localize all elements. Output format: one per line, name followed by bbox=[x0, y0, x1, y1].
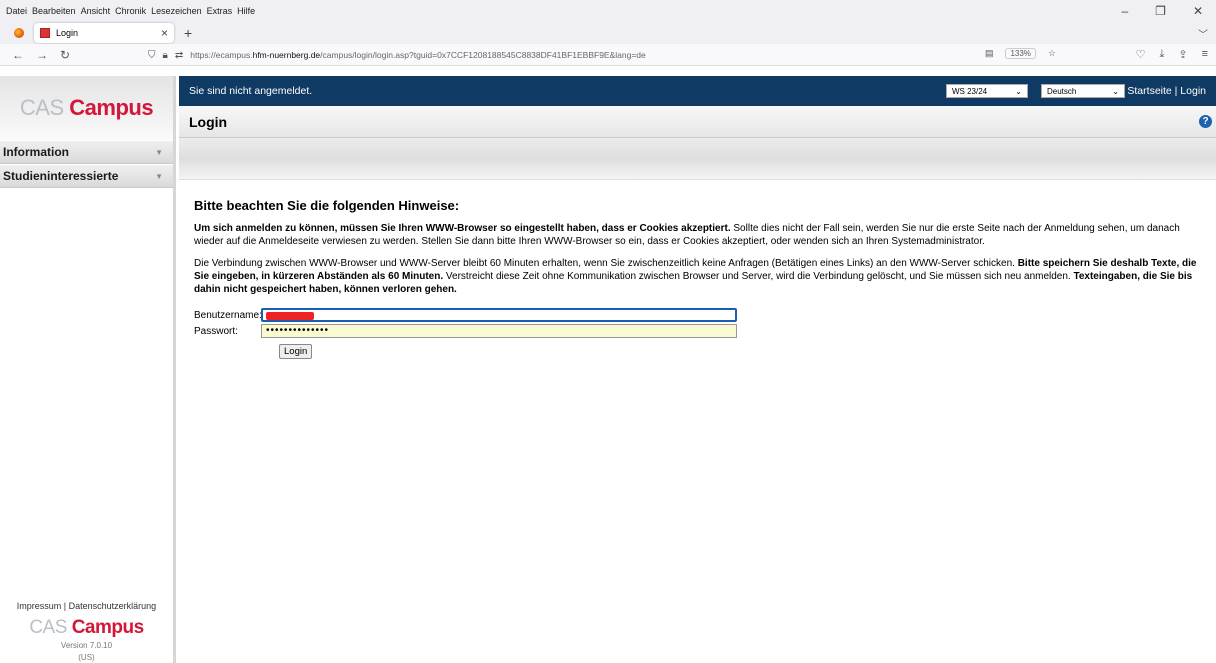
page: CAS Campus Information ▼ Studieninteress… bbox=[0, 76, 1216, 663]
notice-heading: Bitte beachten Sie die folgenden Hinweis… bbox=[194, 198, 460, 213]
permissions-icon[interactable]: ⇄ bbox=[175, 50, 183, 61]
password-input[interactable]: •••••••••••••• bbox=[261, 324, 737, 338]
username-input[interactable] bbox=[261, 308, 737, 322]
cas-campus-logo[interactable]: CAS Campus bbox=[0, 76, 173, 140]
firefox-icon[interactable] bbox=[14, 28, 24, 38]
sidebar-item-information[interactable]: Information ▼ bbox=[0, 140, 173, 164]
chevron-down-icon: ▼ bbox=[155, 147, 163, 157]
redacted-username bbox=[266, 312, 314, 320]
menu-lesezeichen[interactable]: Lesezeichen bbox=[151, 6, 202, 16]
shield-icon[interactable]: ⛉ bbox=[148, 50, 156, 61]
new-tab-icon[interactable]: + bbox=[184, 25, 192, 41]
login-status: Sie sind nicht angemeldet. bbox=[189, 85, 313, 97]
menu-hilfe[interactable]: Hilfe bbox=[237, 6, 255, 16]
zoom-level[interactable]: 133% bbox=[1005, 48, 1036, 59]
url-prefix: https://ecampus. bbox=[190, 50, 253, 60]
downloads-icon[interactable]: ⤓ bbox=[1159, 48, 1164, 61]
forward-icon[interactable]: → bbox=[36, 48, 48, 62]
cas-campus-logo-small: CAS Campus bbox=[29, 617, 144, 638]
browser-menubar: Datei Bearbeiten Ansicht Chronik Lesezei… bbox=[0, 0, 1216, 22]
back-icon[interactable]: ← bbox=[12, 48, 24, 62]
sidebar-item-label: Studieninteressierte bbox=[3, 169, 119, 183]
bookmark-star-icon[interactable]: ☆ bbox=[1048, 48, 1056, 59]
language-select[interactable]: Deutsch ⌄ bbox=[1041, 84, 1125, 98]
browser-tabbar: Login × + ﹀ bbox=[0, 22, 1216, 44]
favicon-icon bbox=[40, 28, 50, 38]
password-row: Passwort: •••••••••••••• bbox=[194, 324, 1201, 338]
tab-close-icon[interactable]: × bbox=[161, 26, 168, 40]
toolbar-icons: ♡ ⤓ ⇪ ≡ bbox=[1136, 48, 1208, 61]
menu-ansicht[interactable]: Ansicht bbox=[81, 6, 111, 16]
sidebar: CAS Campus Information ▼ Studieninteress… bbox=[0, 76, 176, 663]
tab-title: Login bbox=[56, 28, 79, 38]
version-region: (US) bbox=[78, 653, 95, 662]
chevron-down-icon: ⌄ bbox=[1112, 86, 1119, 96]
footer-links[interactable]: Impressum | Datenschutzerklärung bbox=[0, 601, 173, 611]
page-toolbar bbox=[179, 138, 1216, 180]
window-controls: – ❐ ✕ bbox=[1121, 4, 1208, 18]
menu-chronik[interactable]: Chronik bbox=[115, 6, 146, 16]
chevron-down-icon: ⌄ bbox=[1015, 86, 1022, 96]
url-host: hfm-nuernberg.de bbox=[252, 50, 321, 60]
username-row: Benutzername: bbox=[194, 308, 1201, 322]
version-text: Version 7.0.10 bbox=[60, 641, 113, 650]
extensions-icon[interactable]: ⇪ bbox=[1178, 48, 1187, 61]
session-notice: Die Verbindung zwischen WWW-Browser und … bbox=[194, 258, 1197, 295]
top-links[interactable]: Startseite | Login bbox=[1127, 85, 1206, 97]
top-bar: Sie sind nicht angemeldet. WS 23/24 ⌄ Deu… bbox=[179, 76, 1216, 106]
page-title-bar: Login ? bbox=[179, 106, 1216, 138]
url-actions: ▤ 133% ☆ bbox=[985, 48, 1056, 59]
sidebar-footer: Impressum | Datenschutzerklärung CAS Cam… bbox=[0, 601, 173, 663]
lock-icon[interactable]: 🔒︎ bbox=[163, 50, 168, 61]
help-icon[interactable]: ? bbox=[1199, 115, 1212, 128]
menu-datei[interactable]: Datei bbox=[6, 6, 27, 16]
url-path: /campus/login/login.asp?tguid=0x7CCF1208… bbox=[320, 50, 646, 60]
browser-tab[interactable]: Login × bbox=[34, 23, 174, 43]
content: Bitte beachten Sie die folgenden Hinweis… bbox=[179, 180, 1216, 359]
username-label: Benutzername: bbox=[194, 309, 262, 321]
url-bar[interactable]: ⛉ 🔒︎ ⇄ https://ecampus. hfm-nuernberg.de /… bbox=[148, 46, 1056, 64]
reload-icon[interactable]: ↻ bbox=[60, 48, 70, 62]
minimize-icon[interactable]: – bbox=[1121, 4, 1128, 18]
password-label: Passwort: bbox=[194, 325, 238, 337]
reader-view-icon[interactable]: ▤ bbox=[985, 48, 994, 59]
login-form: Benutzername: Passwort: •••••••••••••• L… bbox=[194, 308, 1201, 359]
cookie-notice: Um sich anmelden zu können, müssen Sie I… bbox=[194, 223, 1180, 247]
term-select[interactable]: WS 23/24 ⌄ bbox=[946, 84, 1028, 98]
hamburger-menu-icon[interactable]: ≡ bbox=[1202, 48, 1208, 61]
menu-bearbeiten[interactable]: Bearbeiten bbox=[32, 6, 76, 16]
close-window-icon[interactable]: ✕ bbox=[1193, 4, 1203, 18]
pocket-icon[interactable]: ♡ bbox=[1136, 48, 1146, 61]
sidebar-item-label: Information bbox=[3, 145, 69, 159]
main-area: Sie sind nicht angemeldet. WS 23/24 ⌄ Deu… bbox=[179, 76, 1216, 663]
chevron-down-icon: ▼ bbox=[155, 171, 163, 181]
sidebar-item-studieninteressierte[interactable]: Studieninteressierte ▼ bbox=[0, 164, 173, 188]
menu-extras[interactable]: Extras bbox=[207, 6, 233, 16]
tab-list-icon[interactable]: ﹀ bbox=[1198, 26, 1208, 41]
browser-navbar: ← → ↻ ⛉ 🔒︎ ⇄ https://ecampus. hfm-nuernbe… bbox=[0, 44, 1216, 66]
page-title: Login bbox=[189, 113, 228, 130]
restore-icon[interactable]: ❐ bbox=[1155, 4, 1166, 18]
login-button[interactable]: Login bbox=[279, 344, 313, 359]
